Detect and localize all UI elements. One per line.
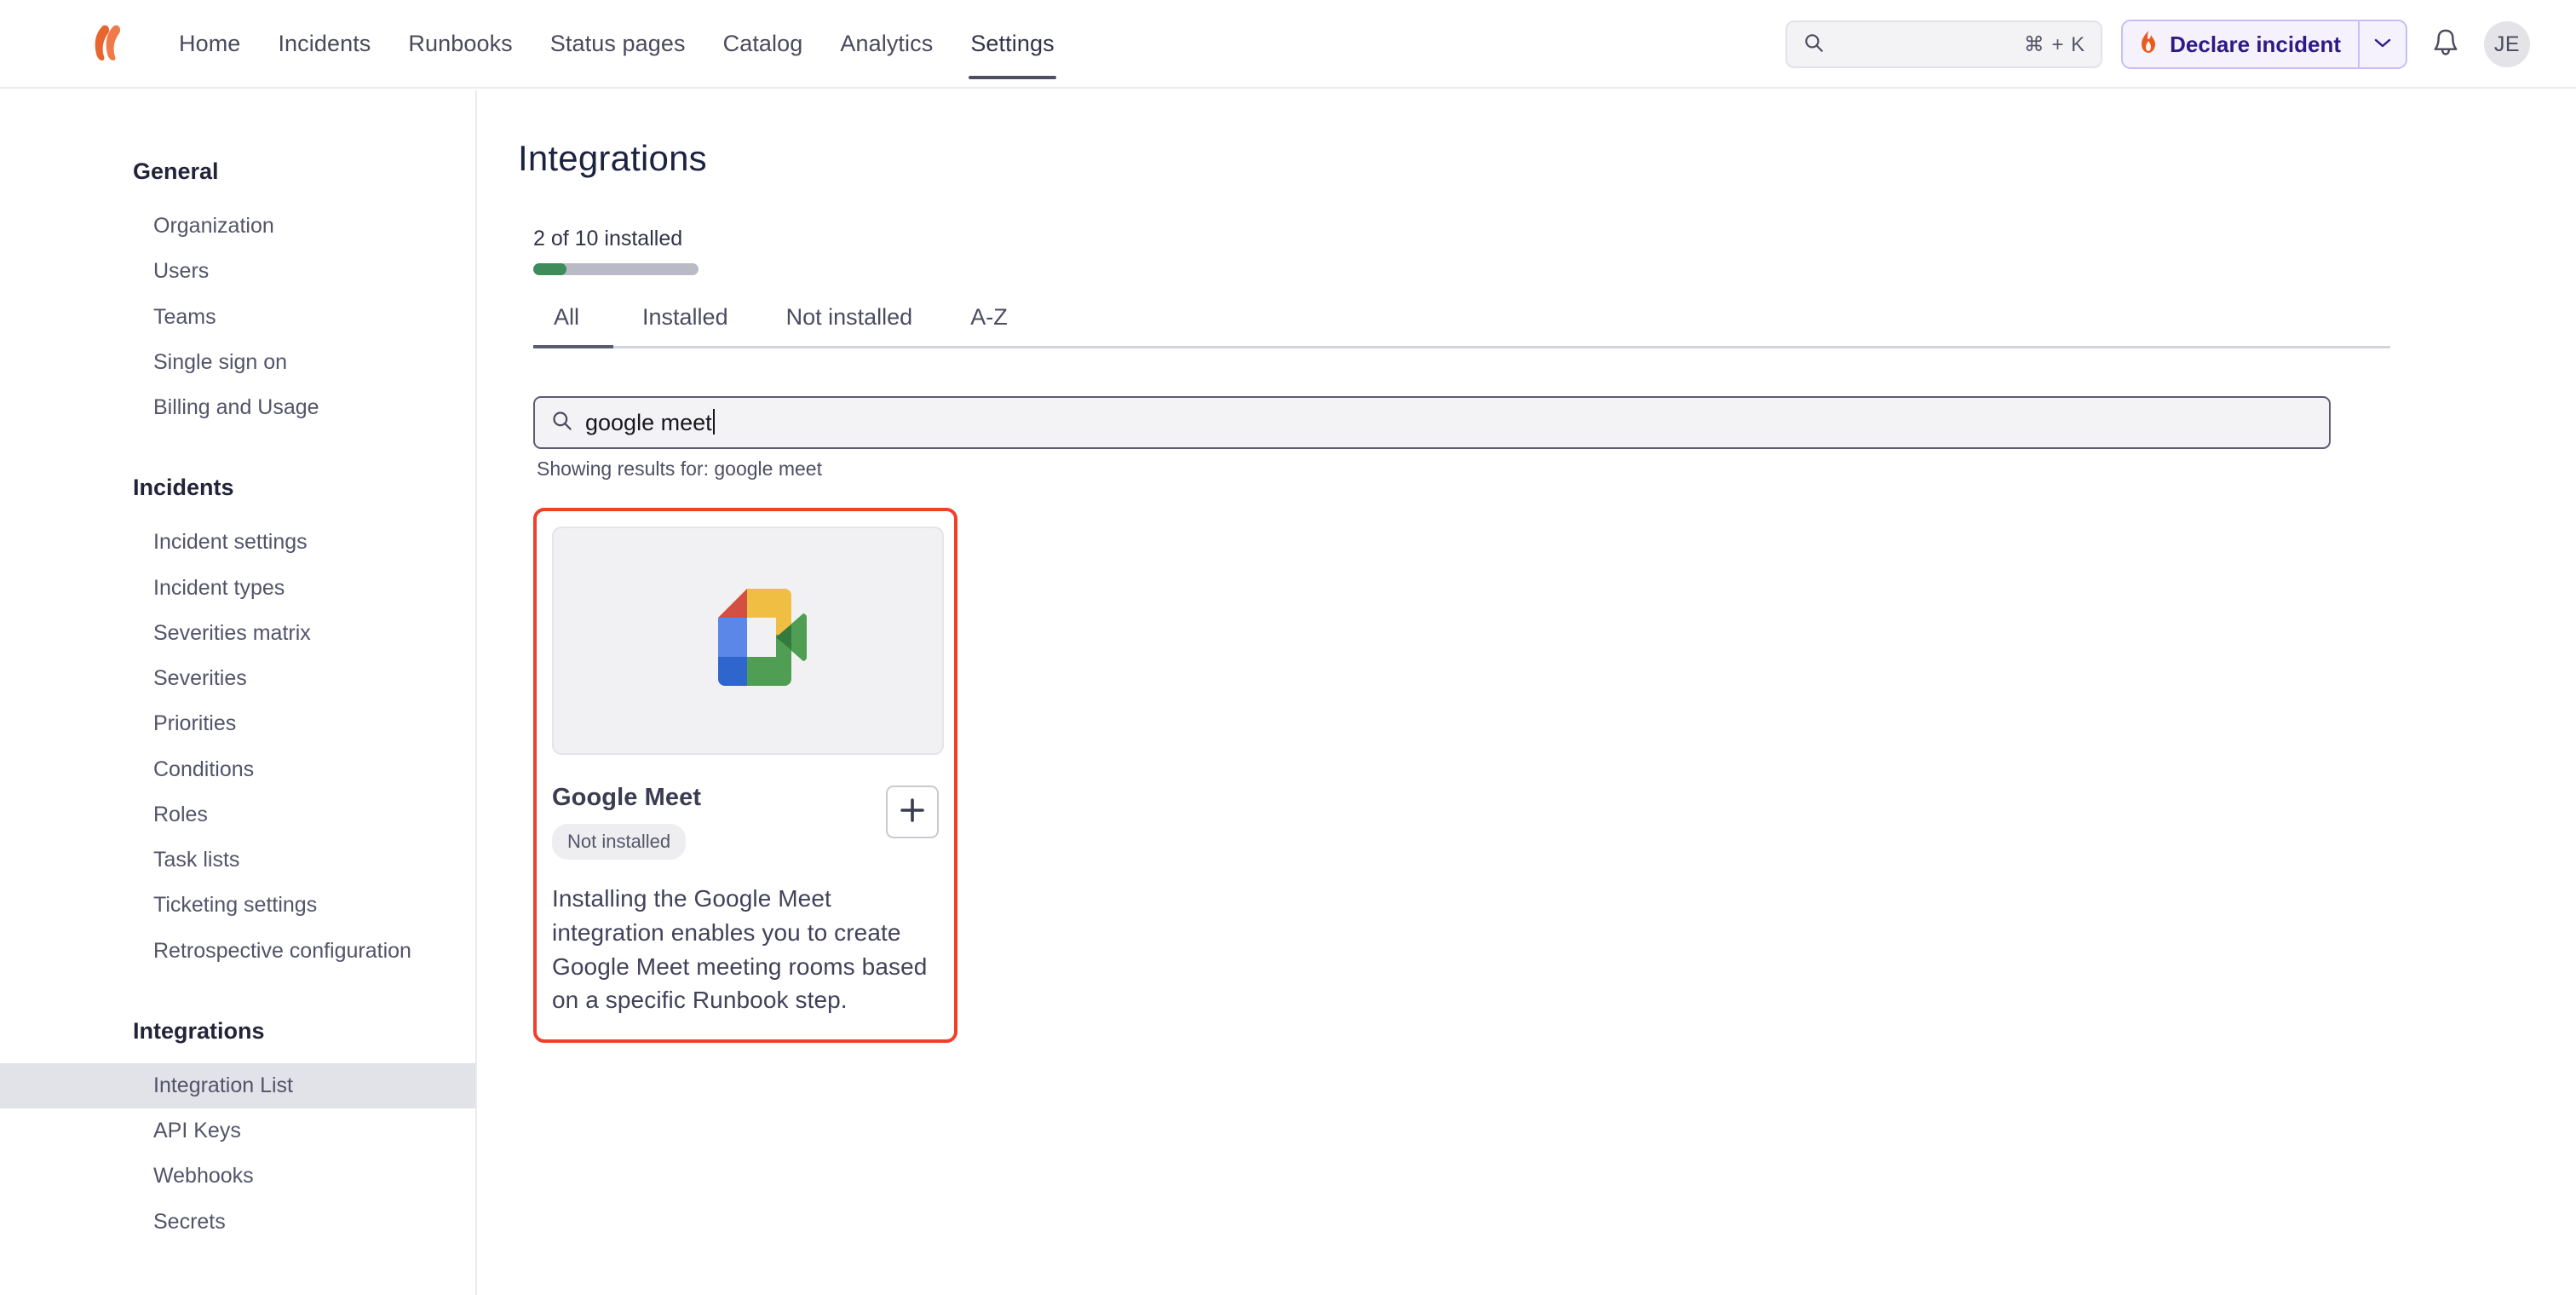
nav-link-home[interactable]: Home [160,26,259,62]
global-search-input[interactable]: ⌘ + K [1785,20,2103,68]
user-avatar[interactable]: JE [2484,21,2530,67]
sidebar-group-incidents: Incidents Incident settings Incident typ… [0,475,475,974]
integration-card-description: Installing the Google Meet integration e… [552,885,928,1014]
nav-link-analytics[interactable]: Analytics [821,26,952,62]
sidebar-group-title-general: General [133,158,219,184]
text-cursor [712,409,715,435]
integration-card-header: Google Meet Not installed [552,784,939,860]
incident-logo[interactable] [85,21,129,66]
search-icon [1803,32,1825,58]
top-navigation-bar: Home Incidents Runbooks Status pages Cat… [0,0,2576,89]
search-icon [550,409,573,436]
integration-icon-panel [552,527,944,755]
sidebar-group-integrations: Integrations Integration List API Keys W… [0,1018,475,1245]
sidebar-item-webhooks[interactable]: Webhooks [0,1154,475,1199]
installed-progress-bar [533,263,699,275]
status-badge: Not installed [552,824,687,860]
sidebar-item-secrets[interactable]: Secrets [0,1200,475,1245]
nav-link-status-pages[interactable]: Status pages [532,26,704,62]
sidebar-item-api-keys[interactable]: API Keys [0,1108,475,1154]
integrations-page: Integrations 2 of 10 installed All Insta… [479,90,2576,1043]
declare-incident-dropdown-button[interactable] [2358,21,2406,67]
integration-search-input[interactable]: google meet [533,396,2331,449]
sidebar-item-retrospective-configuration[interactable]: Retrospective configuration [0,929,475,974]
sidebar-item-task-lists[interactable]: Task lists [0,837,475,883]
settings-sidebar: General Organization Users Teams Single … [0,90,477,1295]
sidebar-item-integration-list[interactable]: Integration List [0,1062,475,1108]
sidebar-item-incident-settings[interactable]: Incident settings [0,520,475,565]
chevron-down-icon [2373,37,2392,53]
integration-card-title: Google Meet [552,784,702,811]
notifications-button[interactable] [2426,25,2465,64]
sidebar-item-priorities[interactable]: Priorities [0,701,475,746]
sidebar-item-teams[interactable]: Teams [0,295,475,340]
showing-results-text: Showing results for: google meet [537,458,822,480]
integration-search-row: google meet Showing results for: google … [533,396,2576,481]
sidebar-group-general: General Organization Users Teams Single … [0,158,475,430]
plus-icon [898,796,927,829]
sidebar-item-roles[interactable]: Roles [0,792,475,837]
integration-results-grid: Google Meet Not installed Installing the… [533,508,2576,1043]
sidebar-item-conditions[interactable]: Conditions [0,747,475,792]
tab-all[interactable]: All [533,299,614,348]
declare-incident-label: Declare incident [2170,31,2341,57]
add-integration-button[interactable] [886,786,939,838]
nav-link-catalog[interactable]: Catalog [704,26,822,62]
nav-link-incidents[interactable]: Incidents [259,26,389,62]
nav-right-actions: ⌘ + K Declare incident JE [1785,0,2530,89]
flame-icon [2138,30,2159,60]
page-title: Integrations [518,138,707,178]
declare-incident-button[interactable]: Declare incident [2123,21,2358,67]
avatar-initials: JE [2493,32,2521,56]
nav-link-runbooks[interactable]: Runbooks [389,26,531,62]
tab-a-z[interactable]: A-Z [941,299,1037,346]
bell-icon [2431,27,2460,62]
tab-not-installed[interactable]: Not installed [757,299,942,346]
search-shortcut-hint: ⌘ + K [2023,32,2086,56]
sidebar-item-users[interactable]: Users [0,249,475,294]
integration-search-value: google meet [585,410,712,435]
declare-incident-group: Declare incident [2121,20,2407,69]
sidebar-item-organization[interactable]: Organization [0,204,475,249]
sidebar-item-incident-types[interactable]: Incident types [0,566,475,611]
integration-card-header-text: Google Meet Not installed [552,784,886,860]
sidebar-group-title-incidents: Incidents [133,475,234,501]
integration-filter-tabs: All Installed Not installed A-Z [533,299,2390,348]
nav-links: Home Incidents Runbooks Status pages Cat… [160,26,1073,79]
sidebar-item-ticketing-settings[interactable]: Ticketing settings [0,883,475,928]
integration-card-google-meet[interactable]: Google Meet Not installed Installing the… [533,508,957,1043]
sidebar-group-title-integrations: Integrations [133,1017,265,1044]
sidebar-item-billing-and-usage[interactable]: Billing and Usage [0,385,475,430]
sidebar-item-severities[interactable]: Severities [0,656,475,701]
tab-installed[interactable]: Installed [613,299,757,346]
sidebar-item-single-sign-on[interactable]: Single sign on [0,340,475,385]
sidebar-item-severities-matrix[interactable]: Severities matrix [0,611,475,656]
nav-link-settings[interactable]: Settings [952,26,1072,79]
installed-progress-fill [533,263,566,275]
installed-summary-text: 2 of 10 installed [533,227,683,250]
google-meet-icon [689,587,807,695]
